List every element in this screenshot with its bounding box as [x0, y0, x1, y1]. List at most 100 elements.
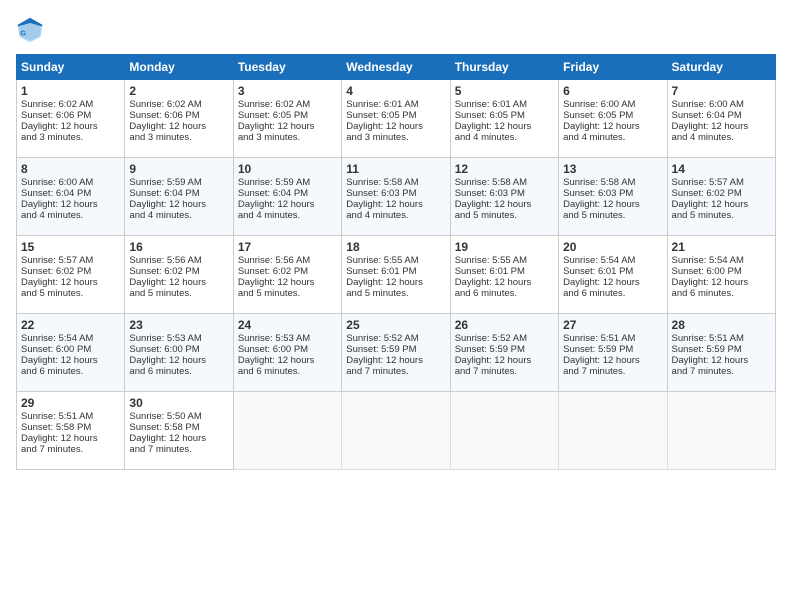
calendar-cell: 22Sunrise: 5:54 AMSunset: 6:00 PMDayligh… [17, 314, 125, 392]
svg-text:G: G [20, 30, 26, 37]
cell-line: Daylight: 12 hours [563, 355, 662, 366]
cell-line: Sunset: 6:05 PM [238, 110, 337, 121]
cell-line: Sunset: 5:59 PM [346, 344, 445, 355]
cell-line: Daylight: 12 hours [346, 121, 445, 132]
day-number: 7 [672, 84, 771, 98]
cell-line: Sunrise: 5:54 AM [672, 255, 771, 266]
cell-line: Sunset: 5:59 PM [455, 344, 554, 355]
day-number: 16 [129, 240, 228, 254]
cell-line: Sunset: 6:06 PM [129, 110, 228, 121]
day-number: 20 [563, 240, 662, 254]
cell-line: Daylight: 12 hours [238, 277, 337, 288]
cell-line: and 7 minutes. [455, 366, 554, 377]
cell-line: Sunset: 6:00 PM [672, 266, 771, 277]
cell-line: Sunrise: 5:56 AM [129, 255, 228, 266]
cell-line: and 7 minutes. [21, 444, 120, 455]
calendar-cell: 23Sunrise: 5:53 AMSunset: 6:00 PMDayligh… [125, 314, 233, 392]
day-number: 25 [346, 318, 445, 332]
cell-line: Sunrise: 5:52 AM [455, 333, 554, 344]
cell-line: and 6 minutes. [563, 288, 662, 299]
col-header-sunday: Sunday [17, 55, 125, 80]
cell-line: Daylight: 12 hours [455, 199, 554, 210]
cell-line: Daylight: 12 hours [346, 199, 445, 210]
day-number: 3 [238, 84, 337, 98]
cell-line: and 5 minutes. [238, 288, 337, 299]
day-number: 29 [21, 396, 120, 410]
cell-line: Daylight: 12 hours [563, 121, 662, 132]
col-header-monday: Monday [125, 55, 233, 80]
day-number: 24 [238, 318, 337, 332]
cell-line: and 4 minutes. [21, 210, 120, 221]
calendar-container: G SundayMondayTuesdayWednesdayThursdayFr… [0, 0, 792, 480]
cell-line: Sunrise: 5:59 AM [129, 177, 228, 188]
calendar-cell: 11Sunrise: 5:58 AMSunset: 6:03 PMDayligh… [342, 158, 450, 236]
calendar-cell: 25Sunrise: 5:52 AMSunset: 5:59 PMDayligh… [342, 314, 450, 392]
calendar-cell: 18Sunrise: 5:55 AMSunset: 6:01 PMDayligh… [342, 236, 450, 314]
cell-line: Sunrise: 5:53 AM [238, 333, 337, 344]
cell-line: and 6 minutes. [238, 366, 337, 377]
cell-line: Sunrise: 5:50 AM [129, 411, 228, 422]
cell-line: Sunrise: 5:51 AM [21, 411, 120, 422]
cell-line: and 7 minutes. [346, 366, 445, 377]
cell-line: Sunrise: 6:02 AM [129, 99, 228, 110]
cell-line: Sunrise: 5:51 AM [563, 333, 662, 344]
col-header-wednesday: Wednesday [342, 55, 450, 80]
cell-line: Sunrise: 5:58 AM [346, 177, 445, 188]
calendar-cell: 28Sunrise: 5:51 AMSunset: 5:59 PMDayligh… [667, 314, 775, 392]
calendar-cell [233, 392, 341, 470]
cell-line: Sunset: 6:02 PM [238, 266, 337, 277]
cell-line: and 6 minutes. [21, 366, 120, 377]
cell-line: Sunset: 6:04 PM [129, 188, 228, 199]
calendar-cell: 15Sunrise: 5:57 AMSunset: 6:02 PMDayligh… [17, 236, 125, 314]
cell-line: Daylight: 12 hours [238, 355, 337, 366]
cell-line: Sunset: 6:04 PM [672, 110, 771, 121]
cell-line: Daylight: 12 hours [21, 121, 120, 132]
cell-line: Sunset: 6:02 PM [21, 266, 120, 277]
day-number: 12 [455, 162, 554, 176]
calendar-cell: 21Sunrise: 5:54 AMSunset: 6:00 PMDayligh… [667, 236, 775, 314]
day-number: 2 [129, 84, 228, 98]
day-number: 15 [21, 240, 120, 254]
calendar-cell: 12Sunrise: 5:58 AMSunset: 6:03 PMDayligh… [450, 158, 558, 236]
calendar-cell: 9Sunrise: 5:59 AMSunset: 6:04 PMDaylight… [125, 158, 233, 236]
cell-line: Daylight: 12 hours [129, 277, 228, 288]
day-number: 8 [21, 162, 120, 176]
calendar-cell: 4Sunrise: 6:01 AMSunset: 6:05 PMDaylight… [342, 80, 450, 158]
cell-line: Sunrise: 5:54 AM [21, 333, 120, 344]
cell-line: Sunrise: 5:57 AM [672, 177, 771, 188]
header-row: SundayMondayTuesdayWednesdayThursdayFrid… [17, 55, 776, 80]
day-number: 28 [672, 318, 771, 332]
cell-line: Sunrise: 6:00 AM [672, 99, 771, 110]
cell-line: Sunset: 5:58 PM [129, 422, 228, 433]
calendar-cell: 26Sunrise: 5:52 AMSunset: 5:59 PMDayligh… [450, 314, 558, 392]
cell-line: Daylight: 12 hours [129, 355, 228, 366]
cell-line: Daylight: 12 hours [672, 277, 771, 288]
cell-line: Sunset: 6:01 PM [346, 266, 445, 277]
cell-line: Sunset: 6:04 PM [238, 188, 337, 199]
cell-line: and 7 minutes. [672, 366, 771, 377]
day-number: 27 [563, 318, 662, 332]
day-number: 6 [563, 84, 662, 98]
cell-line: Sunset: 6:00 PM [129, 344, 228, 355]
week-row-3: 15Sunrise: 5:57 AMSunset: 6:02 PMDayligh… [17, 236, 776, 314]
day-number: 21 [672, 240, 771, 254]
week-row-4: 22Sunrise: 5:54 AMSunset: 6:00 PMDayligh… [17, 314, 776, 392]
calendar-cell: 6Sunrise: 6:00 AMSunset: 6:05 PMDaylight… [559, 80, 667, 158]
cell-line: Daylight: 12 hours [455, 355, 554, 366]
week-row-1: 1Sunrise: 6:02 AMSunset: 6:06 PMDaylight… [17, 80, 776, 158]
col-header-friday: Friday [559, 55, 667, 80]
cell-line: Sunrise: 5:56 AM [238, 255, 337, 266]
cell-line: Sunrise: 5:53 AM [129, 333, 228, 344]
cell-line: Sunset: 6:05 PM [563, 110, 662, 121]
cell-line: Sunrise: 5:52 AM [346, 333, 445, 344]
logo-icon: G [16, 16, 44, 44]
day-number: 11 [346, 162, 445, 176]
cell-line: Daylight: 12 hours [238, 199, 337, 210]
cell-line: Sunrise: 5:51 AM [672, 333, 771, 344]
logo: G [16, 16, 48, 44]
day-number: 30 [129, 396, 228, 410]
cell-line: Daylight: 12 hours [21, 277, 120, 288]
cell-line: Sunrise: 5:55 AM [346, 255, 445, 266]
cell-line: and 4 minutes. [563, 132, 662, 143]
cell-line: and 4 minutes. [455, 132, 554, 143]
